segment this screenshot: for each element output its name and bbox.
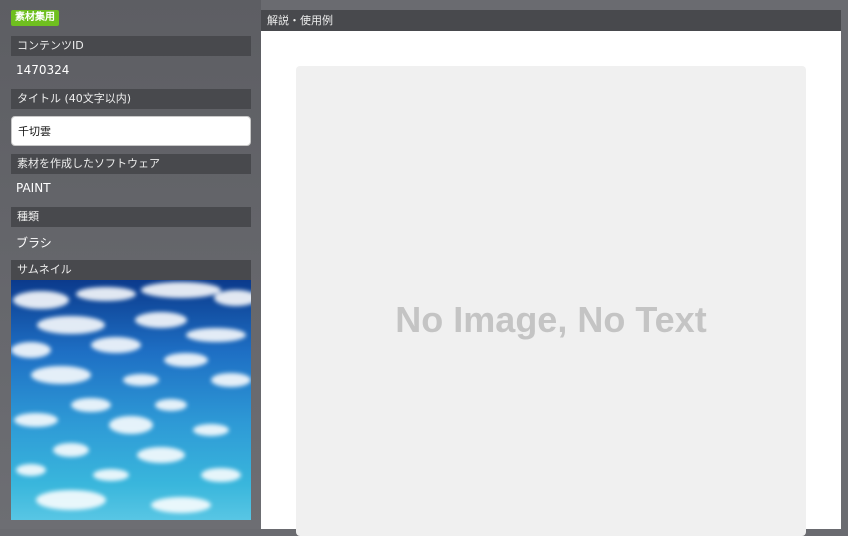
kind-header: 種類 [11, 207, 251, 227]
placeholder-text: No Image, No Text [395, 299, 707, 340]
content-id-value: 1470324 [16, 63, 70, 77]
kind-value: ブラシ [16, 236, 52, 250]
thumbnail-header: サムネイル [11, 260, 251, 280]
title-header: タイトル (40文字以内) [11, 89, 251, 109]
software-header: 素材を作成したソフトウェア [11, 154, 251, 174]
title-input[interactable] [11, 116, 251, 146]
right-edge [841, 0, 848, 529]
software-value: PAINT [16, 181, 51, 195]
left-sidebar: 素材集用 コンテンツID 1470324 タイトル (40文字以内) 素材を作成… [0, 0, 261, 529]
description-header: 解説・使用例 [261, 10, 841, 31]
description-panel: No Image, No Text [261, 31, 841, 536]
material-collection-badge: 素材集用 [11, 10, 59, 26]
thumbnail-image [11, 280, 251, 520]
cloud-sky-illustration [11, 282, 251, 513]
preview-placeholder: No Image, No Text [296, 66, 806, 536]
content-id-header: コンテンツID [11, 36, 251, 56]
